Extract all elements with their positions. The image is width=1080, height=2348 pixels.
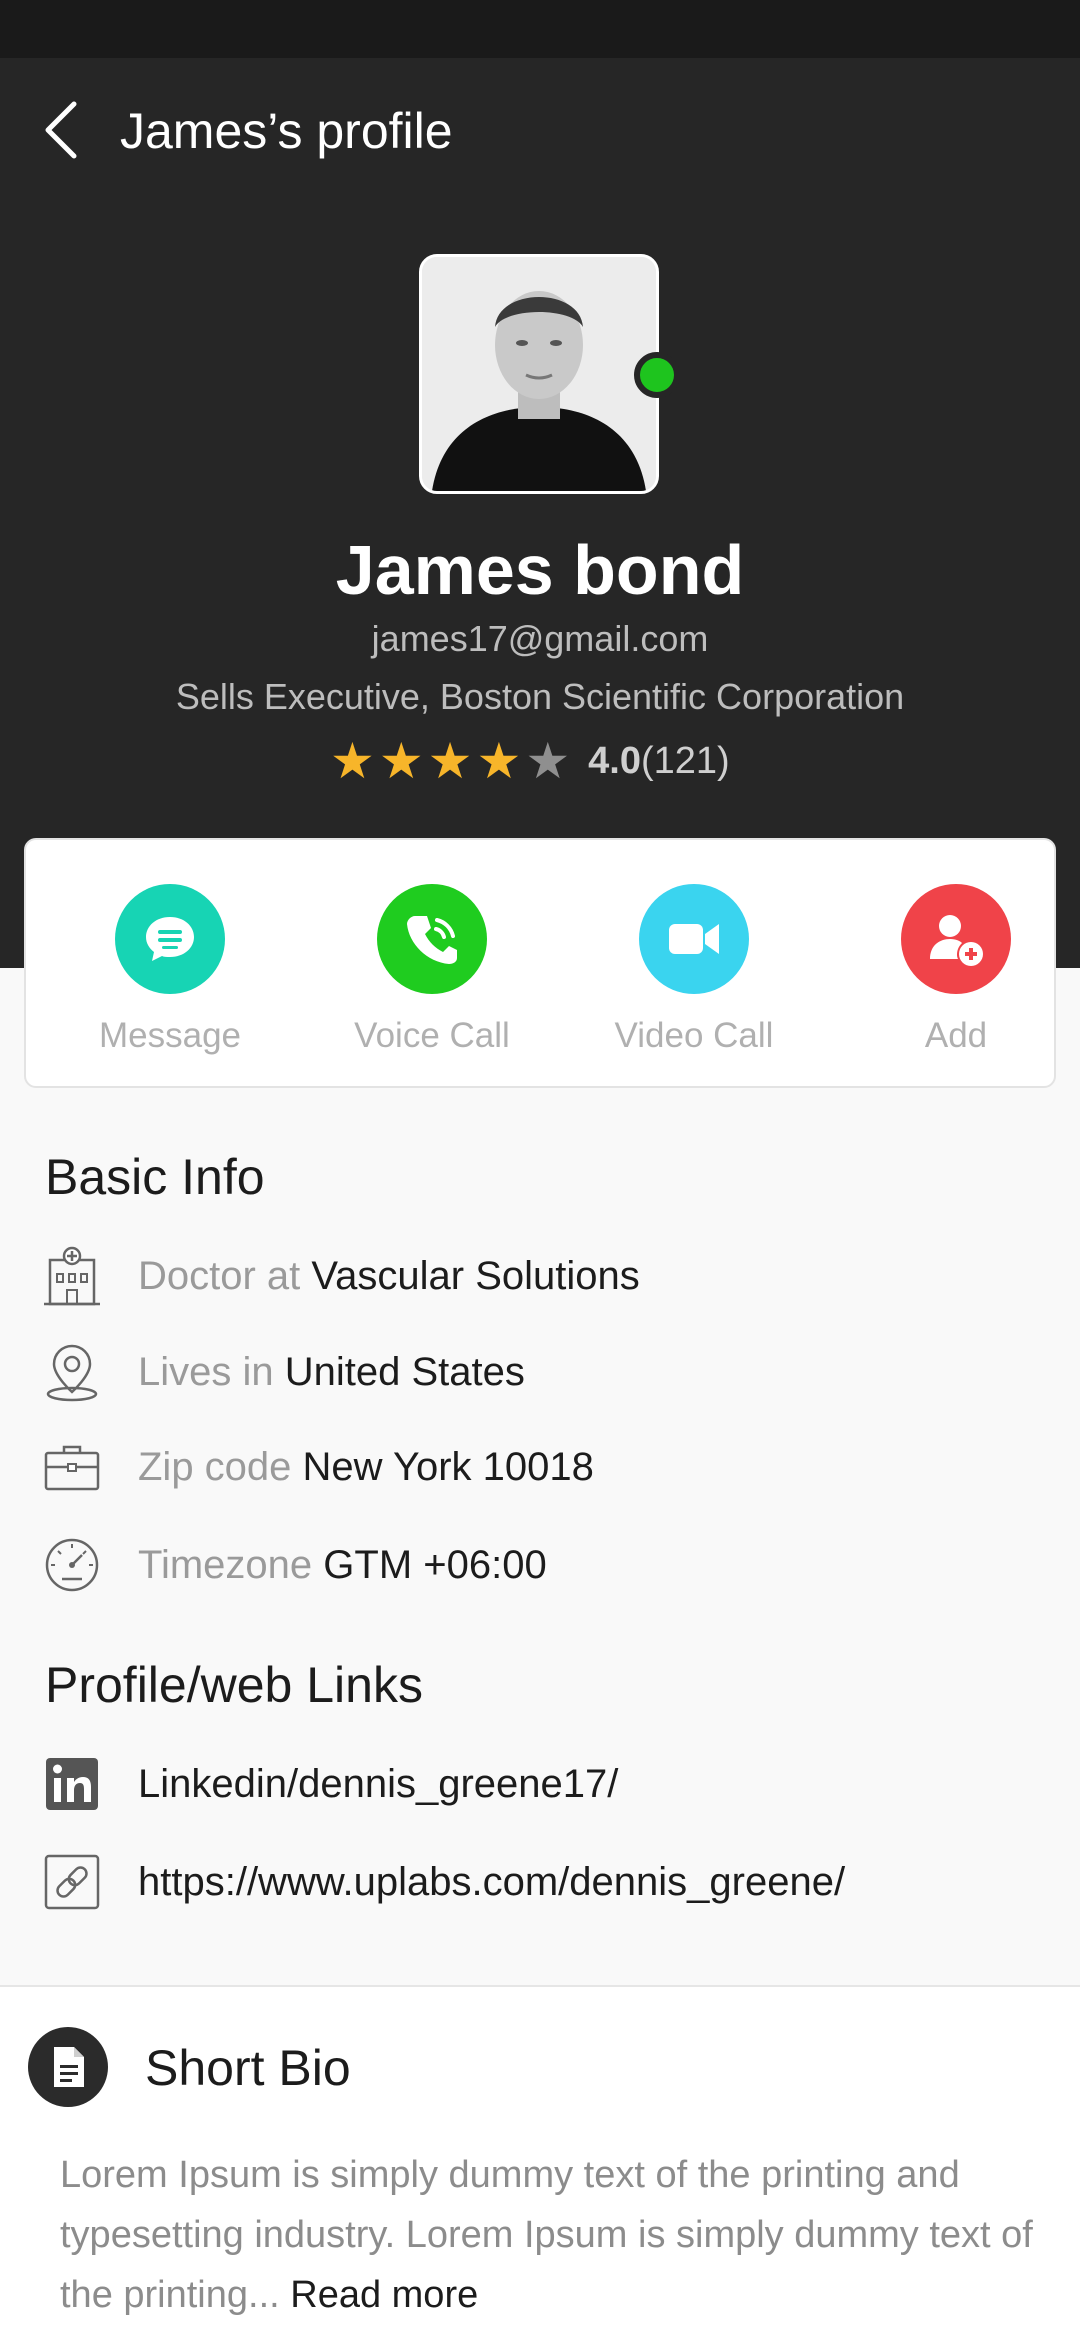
linkedin-link[interactable]: Linkedin/dennis_greene17/ xyxy=(138,1762,618,1807)
online-status-dot xyxy=(634,352,680,398)
status-bar xyxy=(0,0,1080,58)
message-button[interactable]: Message xyxy=(70,884,270,1056)
info-zip-text: Zip code New York 10018 xyxy=(138,1445,594,1490)
short-bio-card: Short Bio Lorem Ipsum is simply dummy te… xyxy=(0,1985,1080,2348)
phone-icon xyxy=(407,916,457,964)
info-work-prefix: Doctor at xyxy=(138,1254,301,1298)
rating-count: (121) xyxy=(640,739,730,782)
document-icon xyxy=(54,2047,84,2087)
uplabs-link[interactable]: https://www.uplabs.com/dennis_greene/ xyxy=(138,1860,845,1905)
avatar-photo xyxy=(422,257,656,491)
chevron-left-icon xyxy=(45,101,77,159)
hospital-icon xyxy=(44,1246,100,1306)
chat-bubble-icon xyxy=(146,917,194,961)
info-row-location: Lives in United States xyxy=(42,1342,1042,1402)
info-location-prefix: Lives in xyxy=(138,1350,274,1394)
add-user-icon xyxy=(930,915,983,966)
location-pin-icon xyxy=(46,1344,98,1402)
star-icon: ★ xyxy=(378,733,424,789)
star-icon: ★ xyxy=(427,733,473,789)
top-nav: James’s profile xyxy=(0,90,1080,170)
video-call-label: Video Call xyxy=(614,1016,774,1055)
info-row-work: Doctor at Vascular Solutions xyxy=(42,1246,1042,1306)
add-circle xyxy=(901,884,1011,994)
rating-value: 4.0 xyxy=(588,739,641,782)
profile-name: James bond xyxy=(335,531,745,609)
actions-card: Message Voice Call Video Call Add xyxy=(24,838,1056,1088)
basic-info-title: Basic Info xyxy=(45,1149,265,1205)
star-icon: ★ xyxy=(476,733,522,789)
link-icon xyxy=(44,1854,100,1910)
star-icon: ★ xyxy=(330,733,375,789)
info-zip-prefix: Zip code xyxy=(138,1445,292,1489)
bio-icon-circle xyxy=(28,2027,108,2107)
read-more-link[interactable]: Read more xyxy=(290,2274,478,2316)
voice-call-circle xyxy=(377,884,487,994)
add-button[interactable]: Add xyxy=(856,884,1056,1056)
clock-icon xyxy=(45,1538,99,1592)
video-call-button[interactable]: Video Call xyxy=(594,884,794,1056)
info-row-timezone: Timezone GTM +06:00 xyxy=(42,1535,1042,1595)
profile-email: james17@gmail.com xyxy=(371,618,709,659)
voice-call-button[interactable]: Voice Call xyxy=(332,884,532,1056)
info-timezone-value: GTM +06:00 xyxy=(323,1543,547,1587)
info-location-value: United States xyxy=(284,1350,525,1394)
info-zip-value: New York 10018 xyxy=(302,1445,594,1489)
bio-text-block: Lorem Ipsum is simply dummy text of the … xyxy=(60,2145,1040,2325)
voice-call-label: Voice Call xyxy=(354,1016,510,1055)
message-label: Message xyxy=(98,1016,242,1055)
add-label: Add xyxy=(924,1016,988,1055)
info-timezone-text: Timezone GTM +06:00 xyxy=(138,1543,547,1588)
avatar[interactable] xyxy=(419,254,659,494)
linkedin-icon xyxy=(46,1758,98,1810)
briefcase-icon xyxy=(44,1445,100,1491)
page-title: James’s profile xyxy=(120,103,453,159)
rating: ★ ★ ★ ★ ★ 4.0 (121) xyxy=(330,734,730,788)
video-call-circle xyxy=(639,884,749,994)
video-camera-icon xyxy=(669,924,719,954)
bio-text: Lorem Ipsum is simply dummy text of the … xyxy=(60,2154,1033,2316)
info-timezone-prefix: Timezone xyxy=(138,1543,313,1587)
profile-job: Sells Executive, Boston Scientific Corpo… xyxy=(175,676,905,717)
bio-title: Short Bio xyxy=(145,2040,351,2096)
info-location-text: Lives in United States xyxy=(138,1350,525,1395)
header-background xyxy=(0,58,1080,968)
links-title: Profile/web Links xyxy=(45,1657,423,1713)
star-icon: ★ xyxy=(525,733,571,789)
info-row-zip: Zip code New York 10018 xyxy=(42,1437,1042,1497)
avatar-container xyxy=(419,254,680,494)
message-circle xyxy=(115,884,225,994)
link-row-linkedin[interactable]: Linkedin/dennis_greene17/ xyxy=(42,1754,1042,1814)
link-row-uplabs[interactable]: https://www.uplabs.com/dennis_greene/ xyxy=(42,1852,1042,1912)
back-button[interactable] xyxy=(36,100,96,160)
info-work-value: Vascular Solutions xyxy=(311,1254,640,1298)
info-work-text: Doctor at Vascular Solutions xyxy=(138,1254,640,1299)
